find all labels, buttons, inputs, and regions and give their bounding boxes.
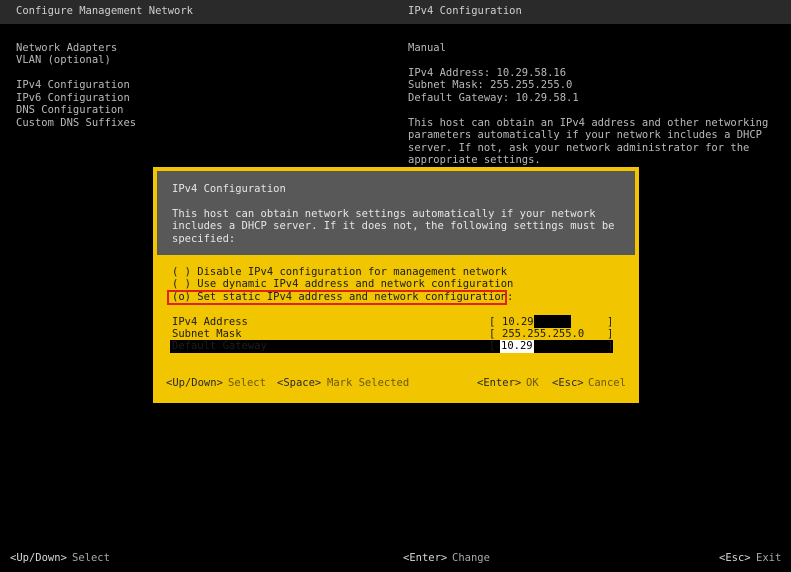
title-bar: Configure Management Network IPv4 Config… [0,0,791,24]
dialog-header: IPv4 Configuration This host can obtain … [157,171,635,255]
subnet-mask-label: Subnet Mask [172,328,242,340]
updown-action-hint: Select [228,377,266,389]
default-gateway-bracket-open: [ [489,340,496,352]
info-default-gateway: Default Gateway: 10.29.58.1 [408,92,579,104]
info-ipv4-address: IPv4 Address: 10.29.58.16 [408,67,567,79]
dialog-title: IPv4 Configuration [172,183,286,195]
menu-item-ipv4-configuration[interactable]: IPv4 Configuration [16,79,130,92]
bottom-enter-action[interactable]: Change [452,552,490,565]
ipv4-address-bracket-close: ] [607,316,614,328]
updown-key-hint: <Up/Down> [166,377,223,389]
bottom-enter-key[interactable]: <Enter> [403,552,447,565]
bottom-updown-action: Select [72,552,110,564]
space-action-hint: Mark Selected [327,377,410,389]
option-dynamic-ipv4[interactable]: ( ) Use dynamic IPv4 address and network… [172,278,513,291]
menu-item-ipv6-configuration[interactable]: IPv6 Configuration [16,92,130,105]
subnet-mask-field[interactable]: 255.255.255.0 [502,328,584,341]
ipv4-address-field[interactable]: 10.29 [502,316,534,329]
dialog-description-line: This host can obtain network settings au… [172,208,596,220]
selection-highlight-box [167,290,507,305]
default-gateway-field[interactable]: 10.29 [500,340,534,353]
info-description-line: server. If not, ask your network adminis… [408,142,750,154]
esc-key-button[interactable]: <Esc> [552,377,584,390]
left-title: Configure Management Network [16,5,194,17]
subnet-mask-bracket-close: ] [607,328,614,340]
ipv4-mode: Manual [408,42,446,54]
right-title: IPv4 Configuration [408,5,522,17]
bottom-updown-key: <Up/Down> [10,552,67,564]
ipv4-config-dialog: IPv4 Configuration This host can obtain … [153,167,639,403]
menu-item-network-adapters[interactable]: Network Adapters [16,42,117,55]
menu-item-dns-configuration[interactable]: DNS Configuration [16,104,123,117]
default-gateway-bracket-close: ] [607,340,614,352]
dialog-description-line: specified: [172,233,236,245]
menu-item-custom-dns-suffixes[interactable]: Custom DNS Suffixes [16,117,136,130]
ipv4-address-label: IPv4 Address [172,316,248,328]
info-description-line: parameters automatically if your network… [408,129,763,141]
info-subnet-mask: Subnet Mask: 255.255.255.0 [408,79,573,91]
enter-key-button[interactable]: <Enter> [477,377,521,390]
default-gateway-row[interactable]: Default Gateway [ 10.29 ] [170,340,613,353]
menu-item-vlan[interactable]: VLAN (optional) [16,54,111,67]
info-description-line: appropriate settings. [408,154,541,166]
subnet-mask-bracket-open: [ [489,328,496,340]
bottom-esc-action[interactable]: Exit [756,552,781,565]
ok-action-hint[interactable]: OK [526,377,539,390]
dialog-description-line: includes a DHCP server. If it does not, … [172,220,615,232]
ipv4-address-bracket-open: [ [489,316,496,328]
bottom-esc-key[interactable]: <Esc> [719,552,751,565]
info-description-line: This host can obtain an IPv4 address and… [408,117,769,129]
space-key-hint: <Space> [277,377,322,389]
redacted-region [534,315,571,328]
option-disable-ipv4[interactable]: ( ) Disable IPv4 configuration for manag… [172,266,507,279]
cancel-action-hint[interactable]: Cancel [588,377,626,390]
default-gateway-label: Default Gateway [172,340,267,352]
